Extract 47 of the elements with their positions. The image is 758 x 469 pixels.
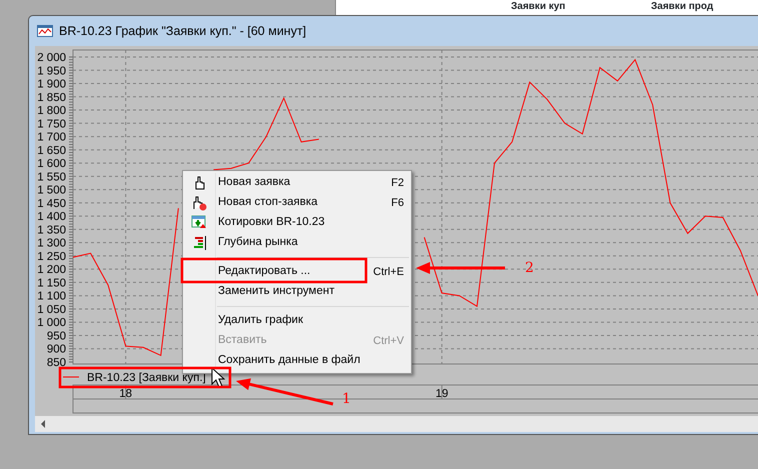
hand-stop-icon: [191, 195, 207, 211]
axis-label: 1 050: [37, 304, 66, 316]
axis-label: 1 700: [37, 132, 66, 144]
menu-item[interactable]: Новая заявка F2: [183, 173, 411, 193]
axis-label: 19: [435, 388, 448, 400]
axis-label: 1 750: [37, 118, 66, 130]
menu-item[interactable]: Удалить график: [183, 311, 411, 331]
callout-number: 2: [525, 260, 534, 276]
callout-number: 1: [342, 391, 351, 407]
menu-item[interactable]: Сохранить данные в файл: [183, 351, 411, 371]
column-header: Заявки куп: [511, 1, 566, 13]
axis-label: 1 500: [37, 184, 66, 197]
axis-label: 850: [46, 357, 66, 369]
horizontal-scrollbar[interactable]: [35, 416, 758, 432]
axis-label: 2 000: [37, 52, 66, 64]
axis-label: 900: [46, 344, 66, 356]
column-header: Заявки прод: [651, 1, 714, 13]
axis-label: 1 000: [37, 317, 66, 330]
axis-label: 1 100: [37, 290, 66, 303]
axis-label: 1 450: [37, 198, 66, 210]
axis-label: 18: [119, 388, 132, 400]
axis-label: 1 850: [37, 92, 66, 104]
axis-label: 1 200: [37, 264, 66, 276]
axis-label: 1 250: [37, 250, 66, 263]
menu-item[interactable]: Новая стоп-заявка F6: [183, 193, 411, 213]
axis-label: 1 150: [37, 277, 66, 290]
menu-item[interactable]: Котировки BR-10.23: [183, 213, 411, 233]
axis-label: 1 650: [37, 144, 66, 157]
table-arrow-icon: [191, 215, 207, 231]
menu-item[interactable]: Глубина рынка: [183, 233, 411, 253]
mouse-cursor-icon: [212, 366, 226, 388]
menu-item[interactable]: Заменить инструмент: [183, 282, 411, 302]
axis-label: 1 550: [37, 171, 66, 184]
axis-label: 1 900: [37, 78, 66, 91]
axis-label: 1 600: [37, 158, 66, 170]
axis-label: 1 950: [37, 65, 66, 78]
axis-label: 1 800: [37, 105, 66, 118]
axis-label: 1 400: [37, 211, 66, 224]
menu-item[interactable]: Редактировать ... Ctrl+E: [183, 262, 411, 282]
legend-label: BR-10.23 [Заявки куп.]: [87, 372, 206, 384]
bars-icon: [191, 235, 207, 251]
window-title: BR-10.23 График "Заявки куп." - [60 минут]: [59, 22, 306, 40]
axis-label: 1 350: [37, 224, 66, 236]
axis-label: 950: [46, 330, 66, 342]
axis-label: 1 300: [37, 238, 66, 250]
chart-icon: [37, 25, 53, 37]
legend-line-icon: [62, 376, 80, 378]
